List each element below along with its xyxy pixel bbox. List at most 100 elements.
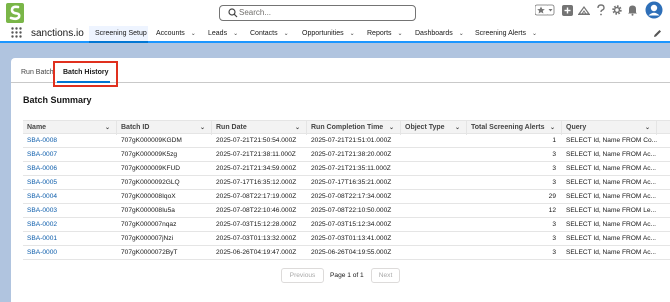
object-type-cell: [401, 190, 467, 204]
nav-tab-label: Screening Setup: [95, 30, 147, 37]
global-header: Search...: [0, 0, 670, 26]
alerts-count-cell: 3: [552, 179, 556, 186]
run-date-cell: 2025-07-08T22:10:46.000Z: [216, 207, 297, 214]
chevron-down-icon[interactable]: ⌄: [191, 27, 196, 42]
trailhead-icon[interactable]: [578, 0, 590, 20]
favorites-star-icon[interactable]: [535, 0, 547, 20]
run-date-cell: 2025-07-03T15:12:28.000Z: [216, 221, 297, 228]
chevron-down-icon[interactable]: ⌄: [455, 121, 460, 135]
batch-history-table: Name ⌄ Batch ID ⌄ Run Date ⌄ Run Completion…: [23, 120, 670, 260]
batch-id-cell: 707gK0000072ByT: [121, 249, 178, 256]
global-search-input[interactable]: Search...: [219, 5, 416, 21]
batch-id-cell: 707gK000009KFUD: [121, 165, 181, 172]
query-cell: SELECT Id, Name FROM Ac...: [566, 179, 657, 186]
column-header-batch-id[interactable]: Batch ID ⌄: [117, 121, 212, 135]
table-row: SBA-0000 707gK0000072ByT 2025-06-26T04:1…: [23, 246, 670, 260]
search-placeholder: Search...: [239, 8, 272, 17]
app-launcher-icon[interactable]: [11, 27, 22, 38]
add-icon[interactable]: [562, 0, 573, 20]
query-cell: SELECT Id, Name FROM Ac...: [566, 193, 657, 200]
batch-name-link[interactable]: SBA-0004: [23, 190, 117, 204]
batch-name-link[interactable]: SBA-0000: [23, 246, 117, 260]
nav-tab-reports[interactable]: Reports ⌄: [367, 26, 403, 41]
chevron-down-icon[interactable]: ⌄: [550, 121, 555, 135]
chevron-down-icon[interactable]: ⌄: [295, 121, 300, 135]
column-header-run-date[interactable]: Run Date ⌄: [212, 121, 307, 135]
chevron-down-icon[interactable]: ⌄: [233, 27, 238, 42]
help-icon[interactable]: [596, 0, 606, 20]
run-date-cell: 2025-06-26T04:19:47.000Z: [216, 249, 297, 256]
setup-gear-icon[interactable]: [611, 0, 623, 20]
batch-name-link[interactable]: SBA-0002: [23, 218, 117, 232]
alerts-count-cell: 3: [552, 221, 556, 228]
page-info: Page 1 of 1: [330, 272, 364, 279]
nav-tab-screening-setup[interactable]: Screening Setup: [89, 26, 148, 43]
query-cell: SELECT Id, Name FROM Le...: [566, 207, 657, 214]
table-row: SBA-0004 707gK000008IqoX 2025-07-08T22:1…: [23, 190, 670, 204]
nav-tab-label: Screening Alerts: [475, 30, 526, 37]
completion-time-cell: 2025-07-03T15:12:34.000Z: [311, 221, 392, 228]
edit-nav-pencil-icon[interactable]: [653, 29, 662, 38]
favorites-menu-icon[interactable]: [547, 0, 555, 20]
notifications-bell-icon[interactable]: [627, 0, 638, 20]
object-type-cell: [401, 134, 467, 148]
nav-tab-accounts[interactable]: Accounts ⌄: [156, 26, 196, 41]
nav-tab-screening-alerts[interactable]: Screening Alerts ⌄: [475, 26, 537, 41]
user-avatar-icon[interactable]: [645, 0, 663, 20]
column-header-name[interactable]: Name ⌄: [23, 121, 117, 135]
previous-page-button[interactable]: Previous: [281, 268, 324, 283]
chevron-down-icon[interactable]: ⌄: [645, 121, 650, 135]
query-cell: SELECT Id, Name FROM Ac...: [566, 221, 657, 228]
object-type-cell: [401, 204, 467, 218]
column-header-query[interactable]: Query ⌄: [562, 121, 657, 135]
batch-name-link[interactable]: SBA-0008: [23, 134, 117, 148]
chevron-down-icon[interactable]: ⌄: [398, 27, 403, 42]
batch-name-link[interactable]: SBA-0006: [23, 162, 117, 176]
table-row: SBA-0006 707gK000009KFUD 2025-07-21T21:3…: [23, 162, 670, 176]
batch-id-cell: 707gK000008Iu5a: [121, 207, 175, 214]
column-header-total-screening-alerts[interactable]: Total Screening Alerts ⌄: [467, 121, 562, 135]
chevron-down-icon[interactable]: ⌄: [284, 27, 289, 42]
table-row: SBA-0001 707gK000007jNzi 2025-07-03T01:1…: [23, 232, 670, 246]
batch-name-link[interactable]: SBA-0007: [23, 148, 117, 162]
chevron-down-icon[interactable]: ⌄: [389, 121, 394, 135]
completion-time-cell: 2025-07-17T16:35:21.000Z: [311, 179, 392, 186]
nav-tab-label: Opportunities: [302, 30, 344, 37]
nav-tab-contacts[interactable]: Contacts ⌄: [250, 26, 289, 41]
batch-id-cell: 707gK000009K5zg: [121, 151, 178, 158]
sanctions-logo-icon[interactable]: [6, 3, 24, 23]
chevron-down-icon[interactable]: ⌄: [105, 121, 110, 135]
object-type-cell: [401, 232, 467, 246]
alerts-count-cell: 12: [548, 207, 556, 214]
completion-time-cell: 2025-07-21T21:38:20.000Z: [311, 151, 392, 158]
table-row: SBA-0003 707gK000008Iu5a 2025-07-08T22:1…: [23, 204, 670, 218]
completion-time-cell: 2025-07-03T01:13:41.000Z: [311, 235, 392, 242]
nav-tab-leads[interactable]: Leads ⌄: [208, 26, 238, 41]
nav-tab-label: Contacts: [250, 30, 278, 37]
nav-tab-dashboards[interactable]: Dashboards ⌄: [415, 26, 464, 41]
query-cell: SELECT Id, Name FROM Ac...: [566, 235, 657, 242]
completion-time-cell: 2025-07-08T22:17:34.000Z: [311, 193, 392, 200]
nav-tab-opportunities[interactable]: Opportunities ⌄: [302, 26, 355, 41]
tab-run-batch[interactable]: Run Batch: [21, 68, 54, 78]
nav-tab-label: Accounts: [156, 30, 185, 37]
chevron-down-icon[interactable]: ⌄: [200, 121, 205, 135]
chevron-down-icon[interactable]: ⌄: [350, 27, 355, 42]
query-cell: SELECT Id, Name FROM Ac...: [566, 165, 657, 172]
app-navigation-bar: sanctions.io Screening Setup Accounts ⌄ L…: [0, 26, 670, 43]
chevron-down-icon[interactable]: ⌄: [459, 27, 464, 42]
batch-name-link[interactable]: SBA-0001: [23, 232, 117, 246]
batch-id-cell: 707gK000007jNzi: [121, 235, 174, 242]
column-header-run-completion-time[interactable]: Run Completion Time ⌄: [307, 121, 401, 135]
batch-name-link[interactable]: SBA-0005: [23, 176, 117, 190]
batch-name-link[interactable]: SBA-0003: [23, 204, 117, 218]
search-icon: [228, 8, 238, 18]
column-header-object-type[interactable]: Object Type ⌄: [401, 121, 467, 135]
batch-id-cell: 707gK0000092GLQ: [121, 179, 180, 186]
run-date-cell: 2025-07-21T21:50:54.000Z: [216, 137, 297, 144]
completion-time-cell: 2025-07-08T22:10:50.000Z: [311, 207, 392, 214]
alerts-count-cell: 29: [548, 193, 556, 200]
batch-id-cell: 707gK000007nqaz: [121, 221, 177, 228]
next-page-button[interactable]: Next: [371, 268, 400, 283]
chevron-down-icon[interactable]: ⌄: [532, 27, 537, 42]
